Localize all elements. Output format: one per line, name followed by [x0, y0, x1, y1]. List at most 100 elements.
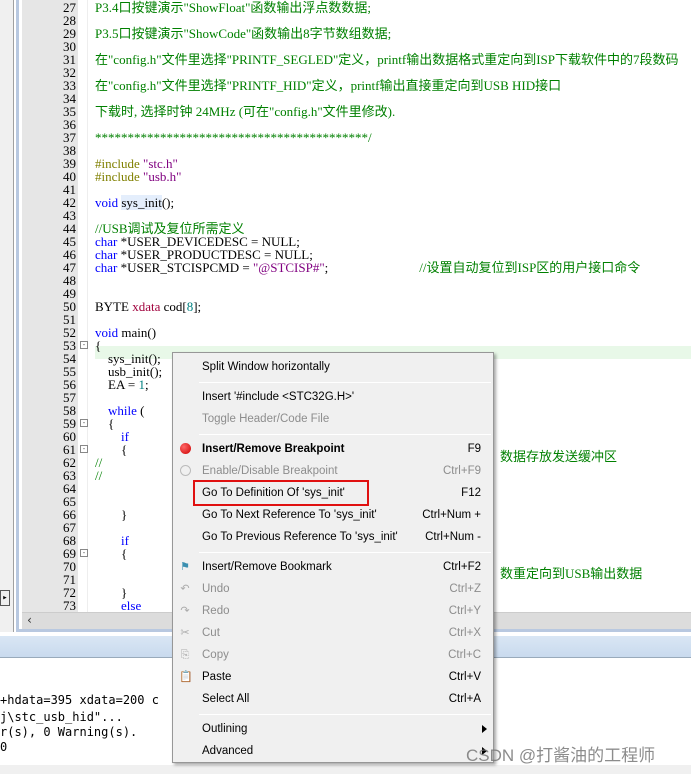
- fold-toggle-icon[interactable]: -: [80, 341, 88, 349]
- menu-item-label: Go To Previous Reference To 'sys_init': [202, 531, 398, 543]
- code-line[interactable]: P3.4口按键演示"ShowFloat"函数输出浮点数数据;: [95, 1, 371, 14]
- menu-item-label: Cut: [202, 627, 220, 639]
- menu-item-label: Copy: [202, 649, 229, 661]
- menu-item-label: Split Window horizontally: [202, 361, 330, 373]
- code-token: ];: [193, 299, 202, 314]
- menu-item-label: Insert/Remove Breakpoint: [202, 443, 345, 455]
- code-token: "usb.h": [143, 169, 182, 184]
- fold-toggle-icon[interactable]: -: [80, 419, 88, 427]
- menu-item-shortcut: Ctrl+C: [448, 649, 481, 661]
- breakpoint-disabled-icon: [179, 465, 191, 477]
- code-line[interactable]: EA = 1;: [95, 378, 149, 391]
- breakpoint-icon: [179, 443, 191, 455]
- menu-item-toggle-header-code-file[interactable]: Toggle Header/Code File: [173, 408, 493, 430]
- code-line[interactable]: 在"config.h"文件里选择"PRINTF_SEGLED"定义，printf…: [95, 53, 678, 66]
- code-line[interactable]: void sys_init();: [95, 195, 174, 210]
- code-line[interactable]: #include "usb.h": [95, 170, 181, 183]
- menu-item-label: Redo: [202, 605, 230, 617]
- menu-item-insert-include-stc32g-h[interactable]: Insert '#include <STC32G.H>': [173, 386, 493, 408]
- code-line[interactable]: void main(): [95, 326, 156, 339]
- menu-item-shortcut: Ctrl+V: [448, 671, 481, 683]
- menu-item-enable-disable-breakpoint[interactable]: Enable/Disable Breakpoint Ctrl+F9: [173, 460, 493, 482]
- menu-item-label: Insert '#include <STC32G.H>': [202, 391, 355, 403]
- menu-item-shortcut: F12: [461, 487, 481, 499]
- code-token: "@STCISP#": [252, 260, 325, 275]
- code-token: //设置自动复位到ISP区的用户接口命令: [419, 260, 641, 275]
- menu-item-insert-remove-bookmark[interactable]: ⚑ Insert/Remove Bookmark Ctrl+F2: [173, 556, 493, 578]
- menu-separator: [199, 382, 491, 383]
- output-line: j\stc_usb_hid"...: [0, 710, 123, 724]
- menu-item-shortcut: Ctrl+Num -: [425, 531, 481, 543]
- code-token: xdata: [132, 299, 164, 314]
- copy-icon: ⎘: [180, 649, 190, 661]
- watermark: CSDN @打酱油的工程师: [466, 746, 656, 765]
- code-token: cod[: [163, 299, 187, 314]
- menu-item-label: Select All: [202, 693, 250, 705]
- menu-item-shortcut: Ctrl+A: [448, 693, 481, 705]
- paste-icon: 📋: [179, 671, 193, 683]
- code-token: 在"config.h"文件里选择"PRINTF_SEGLED"定义，printf…: [95, 52, 679, 67]
- code-token: #include: [95, 169, 144, 184]
- code-line[interactable]: }: [95, 508, 127, 521]
- fold-toggle-icon[interactable]: -: [80, 445, 88, 453]
- code-line[interactable]: BYTE xdata cod[8];: [95, 300, 201, 313]
- code-line[interactable]: P3.5口按键演示"ShowCode"函数输出8字节数组数据;: [95, 27, 391, 40]
- menu-item-advanced[interactable]: Advanced: [173, 740, 493, 762]
- menu-item-shortcut: Ctrl+F2: [442, 561, 481, 573]
- menu-item-cut[interactable]: ✂ Cut Ctrl+X: [173, 622, 493, 644]
- code-fragment-line62: 数据存放发送缓冲区: [500, 449, 618, 464]
- code-token: void: [95, 195, 122, 210]
- menu-item-go-to-previous-reference-to-sys-init[interactable]: Go To Previous Reference To 'sys_init' Ct…: [173, 526, 493, 548]
- menu-item-shortcut: Ctrl+Z: [449, 583, 481, 595]
- code-line[interactable]: //: [95, 469, 102, 482]
- code-token: *USER_STCISPCMD =: [120, 260, 253, 275]
- code-token: ****************************************…: [95, 130, 372, 145]
- undo-icon: ↶: [180, 583, 190, 595]
- menu-item-shortcut: Ctrl+X: [448, 627, 481, 639]
- code-token: {: [95, 546, 128, 561]
- code-token: P3.4口按键演示"ShowFloat"函数输出浮点数数据;: [95, 0, 372, 15]
- menu-item-undo[interactable]: ↶ Undo Ctrl+Z: [173, 578, 493, 600]
- cut-icon: ✂: [180, 627, 190, 639]
- code-token: 在"config.h"文件里选择"PRINTF_HID"定义，printf输出直…: [95, 78, 562, 93]
- fold-toggle-icon[interactable]: -: [80, 549, 88, 557]
- scroll-left-icon[interactable]: ‹: [26, 613, 33, 627]
- code-token: sys_init: [121, 195, 162, 210]
- code-token: BYTE: [95, 299, 133, 314]
- code-line[interactable]: {: [95, 547, 127, 560]
- left-panel-strip: [0, 0, 14, 632]
- code-fragment-line71: 数重定向到USB输出数据: [500, 566, 643, 581]
- context-menu: Split Window horizontally Insert '#includ…: [172, 352, 494, 763]
- menu-item-split-window-horizontally[interactable]: Split Window horizontally: [173, 356, 493, 378]
- code-token: (: [140, 403, 145, 418]
- menu-item-label: Toggle Header/Code File: [202, 413, 330, 425]
- code-token: 下载时, 选择时钟 24MHz (可在"config.h"文件里修改).: [95, 104, 396, 119]
- menu-item-label: Advanced: [202, 745, 254, 757]
- code-line[interactable]: 下载时, 选择时钟 24MHz (可在"config.h"文件里修改).: [95, 105, 395, 118]
- menu-item-copy[interactable]: ⎘ Copy Ctrl+C: [173, 644, 493, 666]
- menu-item-shortcut: Ctrl+Y: [448, 605, 481, 617]
- menu-item-paste[interactable]: 📋 Paste Ctrl+V: [173, 666, 493, 688]
- submenu-arrow-icon: [482, 725, 487, 733]
- menu-item-go-to-next-reference-to-sys-init[interactable]: Go To Next Reference To 'sys_init' Ctrl+N…: [173, 504, 493, 526]
- code-token: ;: [324, 260, 420, 275]
- code-token: EA =: [95, 377, 139, 392]
- left-panel-button[interactable]: ▸: [0, 590, 10, 606]
- menu-item-shortcut: F9: [467, 443, 481, 455]
- menu-item-select-all[interactable]: Select All Ctrl+A: [173, 688, 493, 710]
- fold-column: [78, 0, 88, 612]
- code-token: ;: [144, 377, 149, 392]
- output-line: 0: [0, 740, 8, 754]
- menu-item-label: Go To Next Reference To 'sys_init': [202, 509, 377, 521]
- bookmark-flag-icon: ⚑: [180, 561, 190, 573]
- code-token: char: [95, 260, 121, 275]
- status-strip: [0, 765, 691, 774]
- menu-item-label: Undo: [202, 583, 230, 595]
- menu-item-outlining[interactable]: Outlining: [173, 718, 493, 740]
- code-line[interactable]: ****************************************…: [95, 131, 372, 144]
- code-line[interactable]: 在"config.h"文件里选择"PRINTF_HID"定义，printf输出直…: [95, 79, 561, 92]
- menu-item-label: Paste: [202, 671, 232, 683]
- code-line[interactable]: char *USER_STCISPCMD = "@STCISP#"; //设置自…: [95, 261, 640, 274]
- menu-item-redo[interactable]: ↷ Redo Ctrl+Y: [173, 600, 493, 622]
- menu-item-insert-remove-breakpoint[interactable]: Insert/Remove Breakpoint F9: [173, 438, 493, 460]
